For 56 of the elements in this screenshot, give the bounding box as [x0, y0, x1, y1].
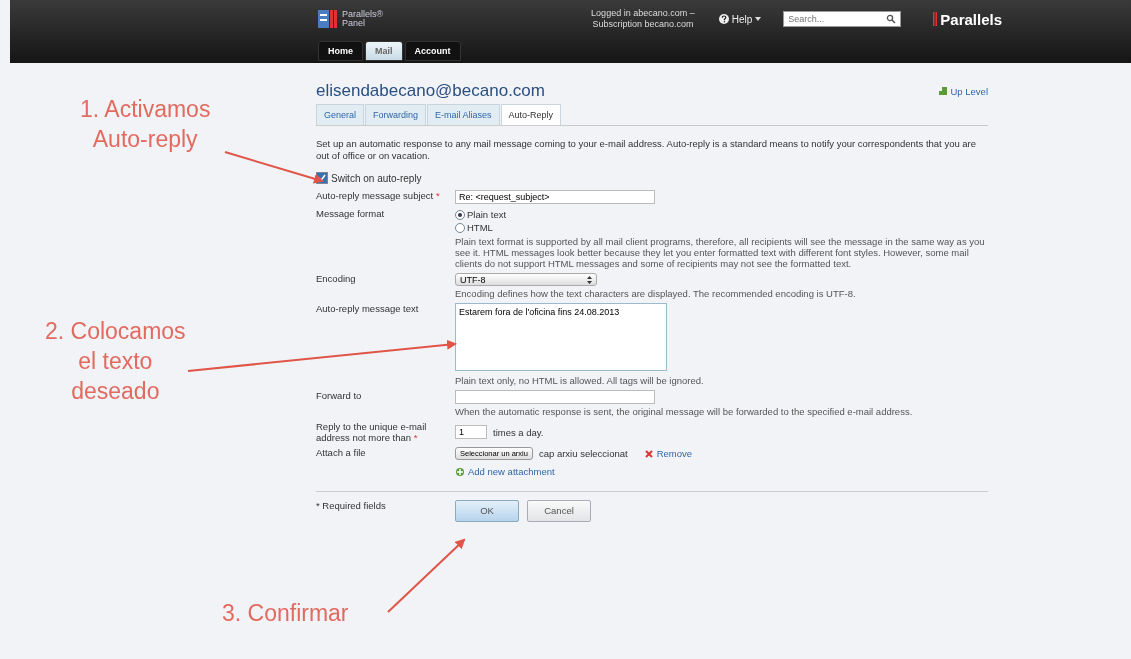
file-status: cap arxiu seleccionat [538, 448, 628, 459]
help-text: Plain text format is supported by all mail client programs, therefore, all recipients will see the message in the same way as you see it. HTML messages look better because they let you enter formatted text with different font styles. However, some mail clients do not support HTML messages and some of recipients may not see the formatted text. [455, 236, 986, 269]
radio-button[interactable] [455, 209, 465, 220]
field-label: Auto-reply message text [316, 303, 420, 314]
sub-tab[interactable]: E-mail Aliases [427, 104, 500, 125]
intro-text: Set up an automatic response to any mail message coming to your e-mail address. Auto-reply is a standard means to notify your correspondents that you are out of office or on vacation. [316, 138, 978, 162]
field-label: Attach a file [316, 447, 367, 458]
page-title: elisendabecano@becano.com [316, 81, 545, 101]
add-icon [455, 466, 465, 477]
nav-tab[interactable]: Mail [365, 41, 403, 61]
add-attachment-link[interactable]: Add new attachment [455, 466, 555, 477]
logo-icon [318, 10, 338, 28]
checkbox-label: Switch on auto-reply [331, 172, 422, 184]
forward-field[interactable] [455, 390, 655, 404]
field-label: Encoding [316, 273, 357, 284]
help-text: When the automatic response is sent, the original message will be forwarded to the specified e-mail address. [455, 406, 914, 417]
help-menu[interactable]: Help [718, 13, 762, 25]
dropdown-arrows-icon [587, 275, 592, 284]
annotation-text: 3. Confirmar [222, 599, 349, 628]
help-text: Plain text only, no HTML is allowed. All tags will be ignored. [455, 375, 705, 386]
logo-text: Parallels® Panel [342, 10, 384, 28]
annotation-text: 2. Colocamos el texto deseado [45, 317, 186, 406]
search-icon[interactable] [886, 14, 897, 24]
field-label: Reply to the unique e-mail address not more than * [316, 421, 428, 443]
field-label: Message format [316, 208, 386, 219]
cancel-button[interactable]: Cancel [527, 499, 591, 522]
help-text: Encoding defines how the text characters are displayed. The recommended encoding is UTF-8. [455, 288, 857, 299]
field-label: Forward to [316, 390, 363, 401]
remove-link[interactable]: Remove [643, 448, 693, 459]
sub-tab[interactable]: Forwarding [365, 104, 427, 125]
up-level-link[interactable]: Up Level [937, 85, 988, 97]
annotation-text: 1. Activamos Auto-reply [80, 95, 211, 154]
ok-button[interactable]: OK [455, 499, 519, 522]
radio-label: Plain text [467, 209, 507, 220]
frequency-field[interactable]: 1 [455, 425, 487, 439]
required-note: * Required fields [316, 499, 387, 511]
message-field[interactable]: Estarem fora de l'oficina fins 24.08.2013 [455, 303, 667, 371]
login-info: Logged in abecano.com – Subscription becano.com [591, 8, 695, 30]
search-field[interactable]: Search... [783, 11, 902, 27]
radio-label: HTML [467, 222, 493, 233]
required-mark: * [435, 190, 440, 201]
nav-tab[interactable]: Home [318, 41, 363, 61]
remove-icon [643, 448, 654, 459]
field-label: Auto-reply message subject * [316, 190, 441, 201]
unit-text: times a day. [493, 426, 544, 438]
sub-tab[interactable]: Auto-Reply [500, 104, 562, 125]
up-level-icon [937, 86, 948, 96]
sub-tab[interactable]: General [316, 104, 365, 125]
caret-icon [755, 17, 762, 21]
encoding-select[interactable]: UTF-8 [455, 273, 597, 286]
help-icon [718, 14, 729, 24]
brand-logo: Parallels [933, 10, 1002, 28]
nav-tab[interactable]: Account [404, 41, 461, 61]
subject-field[interactable]: Re: <request_subject> [455, 190, 655, 204]
required-mark: * [413, 432, 418, 443]
radio-button[interactable] [455, 222, 465, 233]
